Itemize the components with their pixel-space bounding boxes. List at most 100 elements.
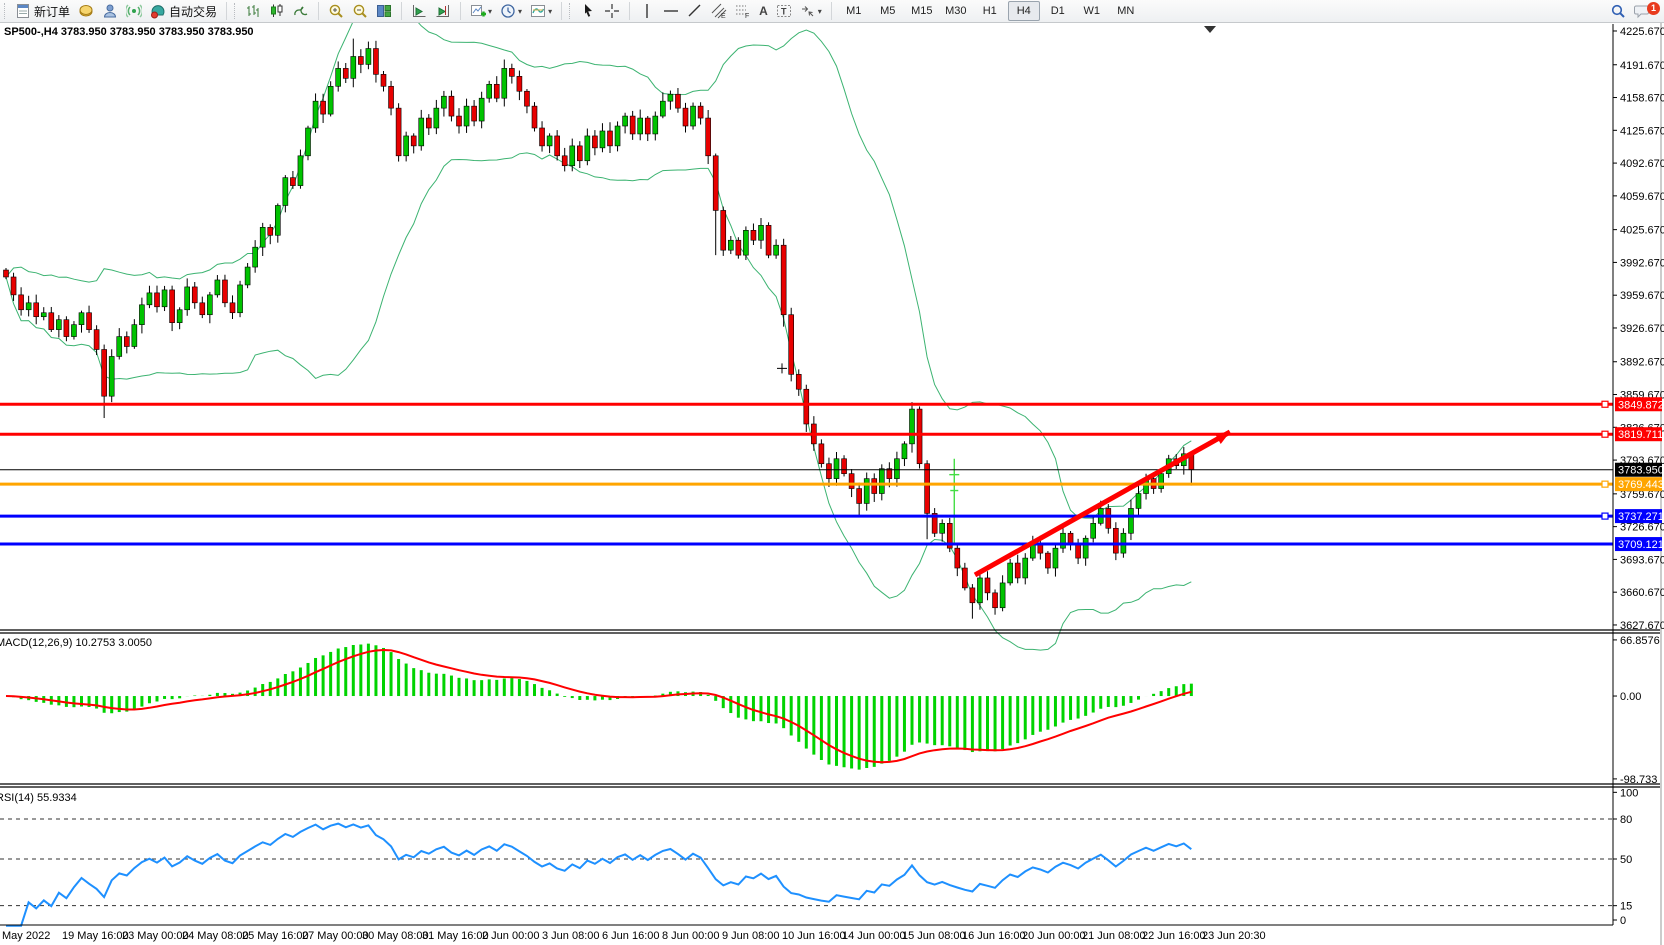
macd-indicator-label[interactable]: MACD(12,26,9) 10.2753 3.0050	[0, 637, 152, 649]
fibonacci-button[interactable]: F	[731, 0, 755, 22]
profile-icon	[102, 3, 118, 19]
vertical-line-button[interactable]	[635, 0, 659, 22]
indicators-button[interactable]: ▾	[466, 0, 496, 22]
chart-title: SP500-,H4 3783.950 3783.950 3783.950 378…	[4, 26, 254, 38]
search-button[interactable]	[1606, 0, 1630, 22]
candle-bear	[962, 568, 967, 588]
time-axis-label: 27 May 00:00	[302, 930, 369, 942]
candle-bull	[207, 295, 212, 315]
timeframe-button-W1[interactable]: W1	[1076, 1, 1108, 21]
text-tool-button[interactable]: A	[755, 0, 772, 22]
timeframe-button-D1[interactable]: D1	[1042, 1, 1074, 21]
candle-bear	[826, 464, 831, 479]
line-handle[interactable]	[1602, 401, 1608, 407]
clock-icon	[500, 3, 516, 19]
candle-bear	[449, 96, 454, 116]
text-label-button[interactable]: T	[772, 0, 796, 22]
horizontal-line-button[interactable]	[659, 0, 683, 22]
dropdown-caret-icon[interactable]: ▾	[548, 7, 552, 16]
text-label-icon: T	[776, 3, 792, 19]
timeframe-button-M15[interactable]: M15	[906, 1, 938, 21]
timeframe-button-M30[interactable]: M30	[940, 1, 972, 21]
candle-bear	[917, 409, 922, 464]
candle-bear	[426, 118, 431, 128]
dropdown-caret-icon[interactable]: ▾	[818, 7, 822, 16]
candle-bear	[517, 76, 522, 91]
toolbar-grip[interactable]	[4, 3, 9, 19]
dropdown-caret-icon[interactable]: ▾	[488, 7, 492, 16]
timeframe-button-H4[interactable]: H4	[1008, 1, 1040, 21]
periods-button[interactable]: ▾	[496, 0, 526, 22]
candle-bear	[849, 474, 854, 489]
timeframe-button-M5[interactable]: M5	[872, 1, 904, 21]
timeframe-button-MN[interactable]: MN	[1110, 1, 1142, 21]
tile-windows-button[interactable]	[372, 0, 396, 22]
candle-bull	[743, 230, 748, 255]
candle-bear	[857, 489, 862, 504]
chart-shift-button[interactable]	[407, 0, 431, 22]
zoom-out-button[interactable]	[348, 0, 372, 22]
candle-bear	[49, 313, 54, 330]
rsi-indicator-label[interactable]: RSI(14) 55.9334	[0, 792, 77, 804]
profile-button[interactable]	[98, 0, 122, 22]
line-chart-button[interactable]	[289, 0, 313, 22]
price-line-label: 3709.121	[1618, 539, 1664, 551]
indicators-icon	[470, 3, 486, 19]
price-tick-label: 3926.670	[1620, 323, 1664, 335]
zoom-in-button[interactable]	[324, 0, 348, 22]
price-tick-label: 3992.670	[1620, 257, 1664, 269]
candlestick-chart-button[interactable]	[265, 0, 289, 22]
notification-badge[interactable]: 1	[1647, 2, 1660, 15]
candle-bear	[411, 136, 416, 146]
candle-bear	[524, 91, 529, 106]
equidistant-channel-button[interactable]: E	[707, 0, 731, 22]
toolbar-group-trade: 新订单	[0, 0, 223, 22]
candle-bear	[842, 459, 847, 474]
candle-bear	[389, 86, 394, 108]
templates-button[interactable]: ▾	[526, 0, 556, 22]
signal-button[interactable]	[122, 0, 146, 22]
timeframe-button-H1[interactable]: H1	[974, 1, 1006, 21]
bar-chart-icon	[245, 3, 261, 19]
candle-bear	[222, 280, 227, 303]
notifications-button[interactable]: 1	[1630, 0, 1656, 22]
rsi-tick-label: 15	[1620, 901, 1632, 913]
candle-bull	[366, 49, 371, 65]
candle-bull	[441, 96, 446, 108]
toolbar-separator	[460, 2, 461, 20]
arrows-tool-button[interactable]: ▾	[796, 0, 826, 22]
toolbar-grip[interactable]	[234, 3, 239, 19]
dropdown-caret-icon[interactable]: ▾	[518, 7, 522, 16]
cursor-button[interactable]	[576, 0, 600, 22]
toolbar-group-insert: ▾ ▾ ▾	[464, 0, 558, 22]
price-tick-label: 4092.670	[1620, 158, 1664, 170]
candle-bull	[26, 303, 31, 310]
candle-bull	[41, 313, 46, 317]
chart-canvas[interactable]: 4225.6704191.6704158.6704125.6704092.670…	[0, 0, 1664, 945]
trend-arrow-line[interactable]	[975, 432, 1230, 575]
line-handle[interactable]	[1602, 513, 1608, 519]
new-order-button[interactable]: 新订单	[11, 0, 74, 22]
time-axis-label: 30 May 08:00	[362, 930, 429, 942]
bar-chart-button[interactable]	[241, 0, 265, 22]
bollinger-lower-band	[6, 153, 1191, 650]
timeframe-button-M1[interactable]: M1	[838, 1, 870, 21]
line-handle[interactable]	[1602, 481, 1608, 487]
chart-shift-marker[interactable]	[1204, 26, 1216, 33]
time-axis-label: 25 May 16:00	[242, 930, 309, 942]
candle-bull	[1159, 474, 1164, 489]
candle-bear	[64, 320, 69, 337]
line-handle[interactable]	[1602, 431, 1608, 437]
candle-bear	[721, 210, 726, 250]
auto-trading-button[interactable]: 自动交易	[146, 0, 221, 22]
trendline-button[interactable]	[683, 0, 707, 22]
toolbar-grip[interactable]	[569, 3, 574, 19]
zoom-out-icon	[352, 3, 368, 19]
auto-scroll-button[interactable]	[431, 0, 455, 22]
candle-bear	[290, 178, 295, 186]
candle-bear	[200, 303, 205, 315]
candle-bull	[336, 68, 341, 86]
candle-bear	[170, 290, 175, 323]
deposit-button[interactable]	[74, 0, 98, 22]
crosshair-button[interactable]	[600, 0, 624, 22]
